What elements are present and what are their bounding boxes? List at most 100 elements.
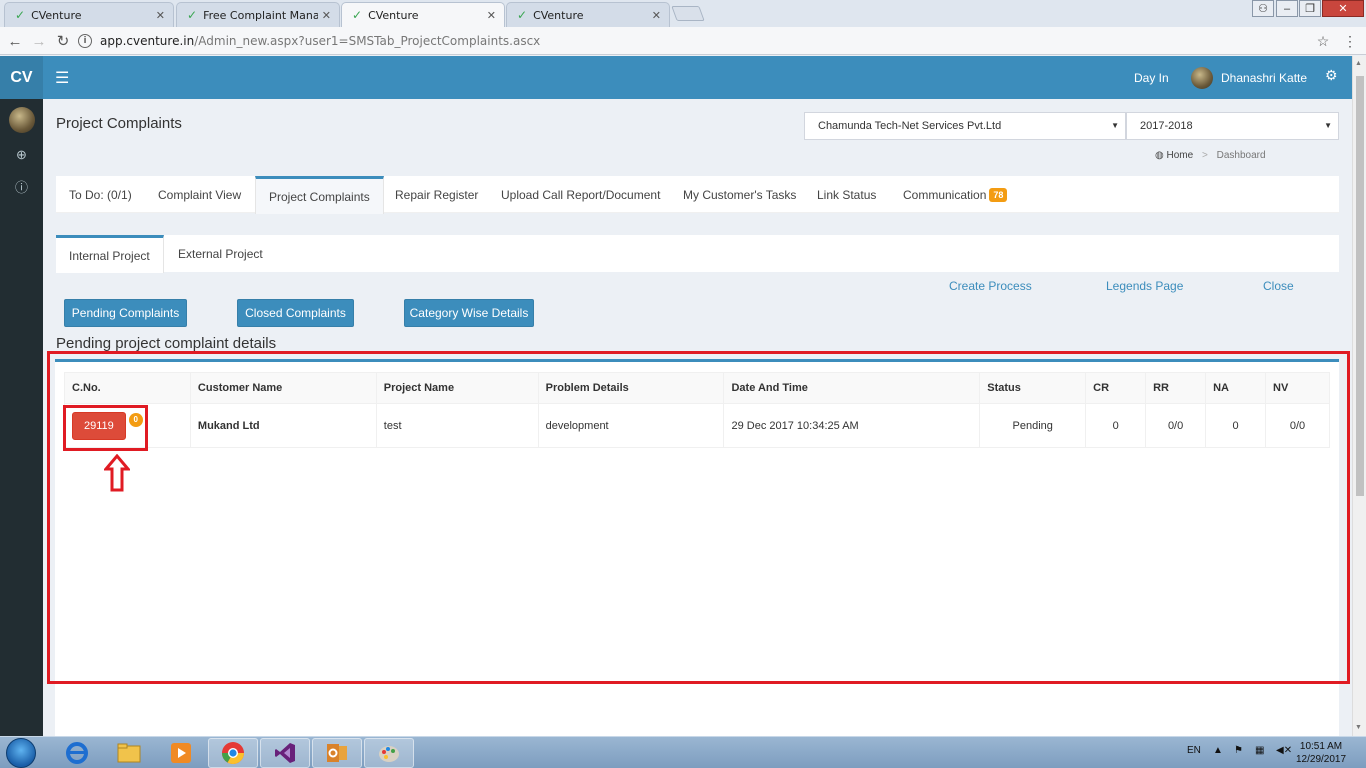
- day-in-link[interactable]: Day In: [1134, 71, 1169, 85]
- start-button[interactable]: [6, 738, 36, 768]
- internet-explorer-icon[interactable]: [52, 738, 102, 768]
- complaints-box: C.No. Customer Name Project Name Problem…: [55, 359, 1339, 736]
- browser-tab-title: CVenture: [31, 8, 82, 22]
- browser-tab[interactable]: ✓ CVenture ✕: [4, 2, 174, 27]
- gears-icon[interactable]: ⚙: [1325, 67, 1338, 84]
- breadcrumb-home[interactable]: Home: [1167, 150, 1194, 161]
- browser-tab-active[interactable]: ✓ CVenture ✕: [341, 2, 505, 27]
- cventure-favicon-icon: ✓: [517, 8, 528, 22]
- bookmark-star-icon[interactable]: ☆: [1313, 31, 1333, 51]
- user-profile-icon[interactable]: ⚇: [1252, 0, 1274, 17]
- tray-expand-icon[interactable]: ▲: [1213, 745, 1223, 756]
- back-arrow-icon[interactable]: ←: [5, 31, 25, 51]
- tab-link-status[interactable]: Link Status: [817, 176, 876, 213]
- user-avatar[interactable]: [1191, 67, 1213, 89]
- clock-time: 10:51 AM: [1299, 741, 1343, 752]
- tab-communication[interactable]: Communication 78: [903, 176, 1008, 213]
- close-icon[interactable]: ✕: [322, 9, 331, 22]
- hamburger-menu-icon[interactable]: ☰: [55, 68, 69, 88]
- app-header: ☰ Day In Dhanashri Katte ⚙: [43, 56, 1352, 99]
- tab-internal-project[interactable]: Internal Project: [56, 235, 164, 273]
- forward-arrow-icon[interactable]: →: [29, 31, 49, 51]
- close-icon[interactable]: ✕: [652, 9, 661, 22]
- action-center-flag-icon[interactable]: ⚑: [1234, 745, 1243, 756]
- scroll-up-icon[interactable]: ▲: [1355, 60, 1362, 67]
- tab-todo[interactable]: To Do: (0/1): [69, 176, 132, 213]
- new-tab-button[interactable]: [671, 6, 705, 21]
- close-link[interactable]: Close: [1263, 279, 1294, 293]
- tab-upload-call-report[interactable]: Upload Call Report/Document: [501, 176, 660, 213]
- customer-cell: Mukand Ltd: [189, 403, 377, 448]
- chrome-icon[interactable]: [208, 738, 258, 768]
- project-cell: test: [375, 403, 539, 448]
- scrollbar-thumb[interactable]: [1356, 76, 1364, 496]
- table-header-row: C.No. Customer Name Project Name Problem…: [64, 372, 1330, 404]
- year-select[interactable]: 2017-2018 ▼: [1126, 112, 1339, 140]
- info-icon[interactable]: i: [78, 34, 92, 48]
- column-header-datetime: Date And Time: [723, 372, 981, 404]
- clock-date: 12/29/2017: [1296, 754, 1347, 765]
- complaint-number-button[interactable]: 29119: [72, 411, 126, 440]
- restore-icon[interactable]: ❐: [1299, 0, 1321, 17]
- status-cell: Pending: [979, 403, 1087, 448]
- paint-icon[interactable]: [364, 738, 414, 768]
- outlook-icon[interactable]: [312, 738, 362, 768]
- sidebar-avatar[interactable]: [8, 107, 35, 133]
- system-clock[interactable]: 10:51 AM 12/29/2017: [1296, 740, 1346, 766]
- chevron-down-icon: ▼: [1111, 121, 1119, 130]
- media-player-icon[interactable]: [156, 738, 206, 768]
- close-icon[interactable]: ✕: [156, 9, 165, 22]
- browser-tab-title: Free Complaint Manager: [203, 8, 318, 22]
- datetime-cell: 29 Dec 2017 10:34:25 AM: [723, 403, 981, 448]
- breadcrumb-separator: >: [1201, 150, 1208, 161]
- year-select-value: 2017-2018: [1140, 120, 1193, 132]
- language-indicator[interactable]: EN: [1187, 745, 1201, 756]
- cventure-favicon-icon: ✓: [15, 8, 26, 22]
- reload-icon[interactable]: ↻: [53, 31, 73, 51]
- browser-tab[interactable]: ✓ Free Complaint Manager ✕: [176, 2, 340, 27]
- cno-cell: 291190: [64, 403, 191, 448]
- cventure-favicon-icon: ✓: [187, 8, 198, 22]
- column-header-customer: Customer Name: [189, 372, 377, 404]
- app-logo[interactable]: CV: [0, 56, 43, 99]
- column-header-nv: NV: [1265, 372, 1330, 404]
- scroll-down-icon[interactable]: ▼: [1355, 724, 1362, 731]
- browser-tab-strip: ✓ CVenture ✕ ✓ Free Complaint Manager ✕ …: [0, 0, 1366, 27]
- volume-muted-icon[interactable]: ◀✕: [1276, 745, 1292, 756]
- tab-external-project[interactable]: External Project: [178, 235, 263, 272]
- category-wise-details-button[interactable]: Category Wise Details: [404, 299, 534, 327]
- company-select-value: Chamunda Tech-Net Services Pvt.Ltd: [818, 120, 1002, 132]
- lifebuoy-icon[interactable]: ⊕: [0, 147, 43, 163]
- visual-studio-icon[interactable]: [260, 738, 310, 768]
- url-field[interactable]: i app.cventure.in/Admin_new.aspx?user1=S…: [78, 30, 1336, 52]
- column-header-cr: CR: [1085, 372, 1147, 404]
- browser-tab[interactable]: ✓ CVenture ✕: [506, 2, 670, 27]
- pending-complaints-button[interactable]: Pending Complaints: [64, 299, 187, 327]
- create-process-link[interactable]: Create Process: [949, 279, 1032, 293]
- breadcrumb-current: Dashboard: [1216, 150, 1266, 161]
- tab-my-customers-tasks[interactable]: My Customer's Tasks: [683, 176, 796, 213]
- url-host: app.cventure.in: [100, 34, 195, 48]
- info-circle-icon[interactable]: ⓘ: [0, 177, 43, 196]
- main-content: Project Complaints Chamunda Tech-Net Ser…: [43, 99, 1352, 736]
- breadcrumb: ◍ Home > Dashboard: [1155, 150, 1266, 161]
- dashboard-icon: ◍: [1155, 150, 1164, 161]
- window-close-icon[interactable]: ✕: [1322, 0, 1364, 17]
- browser-menu-icon[interactable]: ⋮: [1340, 31, 1360, 51]
- legends-page-link[interactable]: Legends Page: [1106, 279, 1183, 293]
- closed-complaints-button[interactable]: Closed Complaints: [237, 299, 354, 327]
- tab-complaint-view[interactable]: Complaint View: [158, 176, 241, 213]
- network-icon[interactable]: ▦: [1255, 745, 1264, 756]
- file-explorer-icon[interactable]: [104, 738, 154, 768]
- close-icon[interactable]: ✕: [487, 9, 496, 22]
- column-header-problem: Problem Details: [537, 372, 725, 404]
- tab-project-complaints[interactable]: Project Complaints: [255, 176, 384, 214]
- column-header-project: Project Name: [375, 372, 539, 404]
- tab-repair-register[interactable]: Repair Register: [395, 176, 478, 213]
- app-sidebar: CV ⊕ ⓘ: [0, 56, 43, 736]
- minimize-icon[interactable]: –: [1276, 0, 1298, 17]
- user-name[interactable]: Dhanashri Katte: [1221, 71, 1307, 85]
- chevron-down-icon: ▼: [1324, 121, 1332, 130]
- company-select[interactable]: Chamunda Tech-Net Services Pvt.Ltd ▼: [804, 112, 1126, 140]
- page-scrollbar[interactable]: ▲ ▼: [1352, 56, 1366, 736]
